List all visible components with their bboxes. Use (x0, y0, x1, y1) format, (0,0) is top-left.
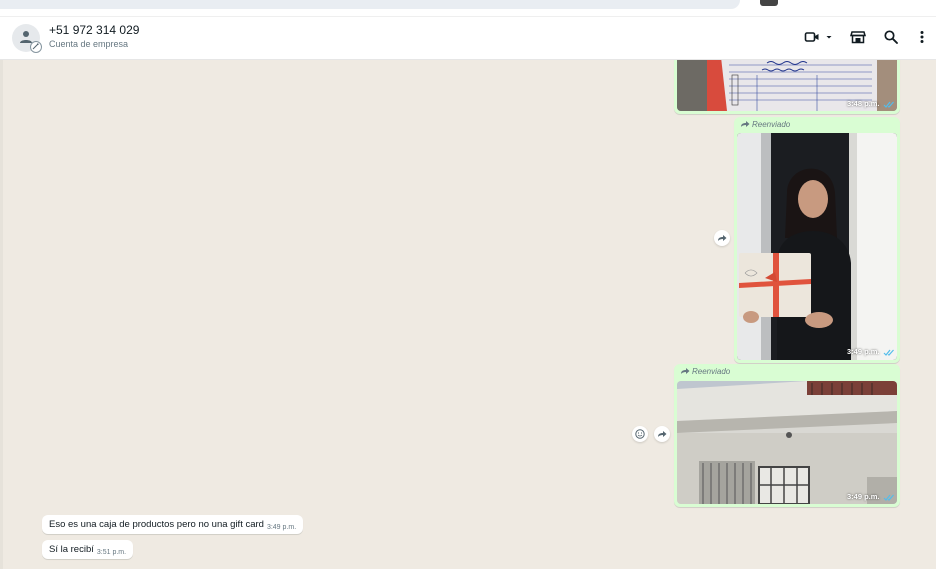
contact-subtitle: Cuenta de empresa (49, 39, 129, 49)
person-holding-box-image[interactable]: 3:49 p.m. (737, 133, 897, 360)
message-time: 3:49 p.m. (847, 492, 880, 501)
read-ticks-icon (883, 349, 894, 356)
chat-left-divider (0, 60, 3, 569)
react-button[interactable] (632, 426, 648, 442)
business-badge-icon (30, 41, 42, 53)
contact-name[interactable]: +51 972 314 029 (49, 23, 139, 37)
browser-badge (760, 0, 778, 6)
contact-avatar[interactable] (12, 24, 42, 53)
building-facade-image[interactable]: 3:49 p.m. (677, 381, 897, 504)
chevron-down-icon[interactable] (825, 33, 833, 41)
read-ticks-icon (883, 494, 894, 501)
forward-icon (718, 235, 727, 241)
emoji-icon (635, 429, 645, 439)
message-image-outgoing[interactable]: 3:48 p.m. (674, 60, 900, 114)
message-time: 3:48 p.m. (847, 99, 880, 108)
forwarded-label: Reenviado (680, 366, 730, 376)
browser-address-bar-edge (0, 0, 740, 9)
message-image-outgoing-forwarded[interactable]: Reenviado 3:49 p.m. (734, 117, 900, 363)
menu-icon[interactable] (916, 29, 928, 45)
forwarded-icon (741, 121, 750, 127)
message-text-incoming[interactable]: Eso es una caja de productos pero no una… (42, 515, 304, 534)
browser-top-strip (0, 0, 936, 16)
message-time: 3:51 p.m. (96, 549, 127, 556)
search-icon[interactable] (883, 29, 899, 45)
chat-messages-area[interactable]: 3:48 p.m. Reenviado 3:49 p.m. Reenviado … (0, 60, 936, 569)
message-time: 3:49 p.m. (847, 347, 880, 356)
forwarded-label: Reenviado (740, 119, 790, 129)
form-document-image[interactable]: 3:48 p.m. (677, 60, 897, 111)
chat-header[interactable]: +51 972 314 029 Cuenta de empresa (0, 16, 936, 60)
message-image-outgoing-forwarded[interactable]: Reenviado 3:49 p.m. (674, 364, 900, 507)
message-time: 3:49 p.m. (266, 524, 297, 531)
forward-icon (658, 431, 667, 437)
forward-button[interactable] (654, 426, 670, 442)
message-text-incoming[interactable]: Sí la recibí 3:51 p.m. (42, 540, 134, 559)
video-call-icon[interactable] (804, 29, 820, 45)
message-text: Eso es una caja de productos pero no una… (49, 519, 264, 530)
forwarded-icon (681, 368, 690, 374)
forward-button[interactable] (714, 230, 730, 246)
message-text: Sí la recibí (49, 544, 94, 555)
catalog-icon[interactable] (850, 29, 866, 45)
read-ticks-icon (883, 101, 894, 108)
